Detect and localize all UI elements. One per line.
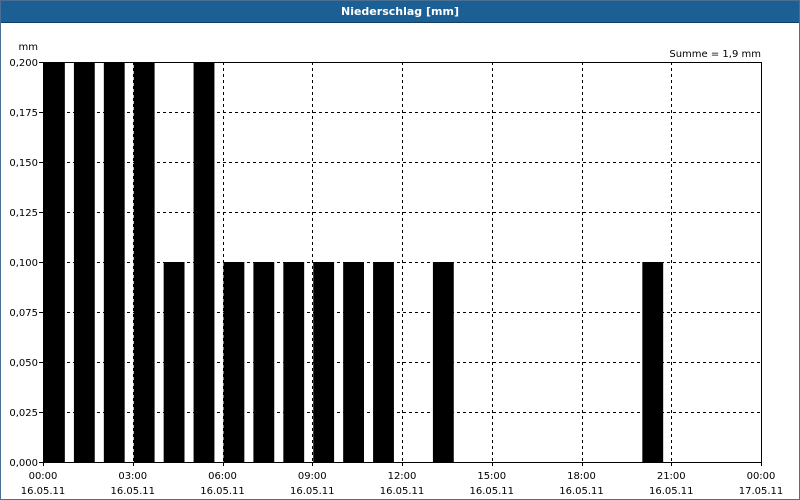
y-tick-label: 0,025 <box>9 408 38 419</box>
precipitation-bar <box>193 62 215 462</box>
y-tick-label: 0,125 <box>9 208 38 219</box>
y-axis-label: mm <box>19 42 38 53</box>
y-tick-label: 0,200 <box>9 58 38 69</box>
y-tick-label: 0,050 <box>9 358 38 369</box>
precipitation-bar <box>253 262 275 462</box>
x-tick-time-label: 18:00 <box>567 471 596 482</box>
precipitation-bar <box>432 262 454 462</box>
x-tick-date-label: 16.05.11 <box>21 486 66 497</box>
precipitation-bar <box>313 262 335 462</box>
x-tick-date-label: 16.05.11 <box>469 486 514 497</box>
x-tick-date-label: 16.05.11 <box>649 486 694 497</box>
bars-group <box>44 62 664 462</box>
x-tick-time-label: 09:00 <box>298 471 327 482</box>
x-tick-time-label: 15:00 <box>477 471 506 482</box>
x-tick-date-label: 16.05.11 <box>559 486 604 497</box>
y-tick-label: 0,150 <box>9 158 38 169</box>
precipitation-bar <box>223 262 245 462</box>
y-tick-labels: 0,000 0,025 0,050 0,075 0,100 0,125 0,150 0,175… <box>9 58 43 469</box>
x-tick-time-label: 00:00 <box>747 471 776 482</box>
precipitation-bar <box>163 262 185 462</box>
y-tick-label: 0,075 <box>9 308 38 319</box>
x-tick-date-label: 16.05.11 <box>290 486 335 497</box>
precipitation-chart: 0,000 0,025 0,050 0,075 0,100 0,125 0,150 0,175… <box>9 42 784 497</box>
x-tick-labels: 00:00 16.05.11 03:00 16.05.11 06:00 16.05.11 0… <box>21 462 784 497</box>
sum-annotation: Summe = 1,9 mm <box>669 49 761 60</box>
y-tick-label: 0,175 <box>9 108 38 119</box>
precipitation-bar <box>44 62 65 462</box>
x-tick-time-label: 12:00 <box>388 471 417 482</box>
y-tick-label: 0,100 <box>9 258 38 269</box>
chart-window: Niederschlag [mm] 0,000 0,025 0,050 0,075 0,… <box>0 0 800 500</box>
x-tick-time-label: 00:00 <box>29 471 58 482</box>
precipitation-bar <box>103 62 125 462</box>
y-tick-label: 0,000 <box>9 458 38 469</box>
x-tick-date-label: 16.05.11 <box>200 486 245 497</box>
precipitation-bar <box>133 62 155 462</box>
x-tick-time-label: 21:00 <box>657 471 686 482</box>
x-tick-date-label: 16.05.11 <box>110 486 155 497</box>
precipitation-bar <box>283 262 305 462</box>
precipitation-bar <box>73 62 95 462</box>
x-tick-date-label: 16.05.11 <box>380 486 425 497</box>
precipitation-bar <box>373 262 394 462</box>
window-title: Niederschlag [mm] <box>1 1 799 23</box>
x-tick-time-label: 06:00 <box>208 471 237 482</box>
precipitation-bar <box>343 262 365 462</box>
x-tick-date-label: 17.05.11 <box>739 486 784 497</box>
x-tick-time-label: 03:00 <box>118 471 147 482</box>
precipitation-bar <box>642 262 664 462</box>
